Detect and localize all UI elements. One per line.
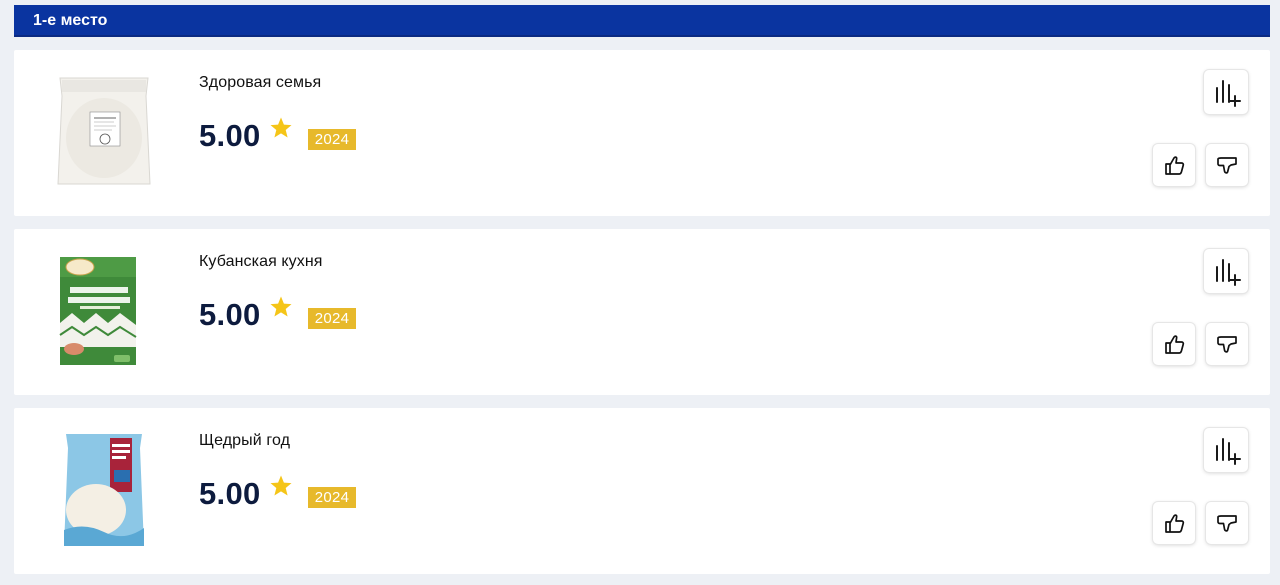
product-image[interactable] [44, 251, 164, 371]
year-badge: 2024 [308, 487, 356, 508]
thumbs-up-icon [1165, 514, 1185, 533]
rating-value: 5.00 [199, 297, 261, 332]
compare-bars-plus-icon [1216, 80, 1241, 107]
place-header: 1-е место [14, 5, 1270, 37]
add-to-compare-button[interactable] [1204, 70, 1248, 114]
thumbs-up-icon [1165, 156, 1185, 175]
thumbs-down-icon [1217, 336, 1237, 353]
like-button[interactable] [1153, 144, 1195, 186]
thumbs-down-icon [1217, 515, 1237, 532]
compare-bars-plus-icon [1216, 438, 1241, 465]
add-to-compare-button[interactable] [1204, 249, 1248, 293]
product-name[interactable]: Здоровая семья [199, 74, 321, 92]
thumbs-down-icon [1217, 157, 1237, 174]
dislike-button[interactable] [1206, 323, 1248, 365]
add-to-compare-button[interactable] [1204, 428, 1248, 472]
rating-page: 1-е место Здоровая семья 5.00 2024 Кубан… [0, 0, 1280, 585]
star-icon [270, 475, 292, 496]
product-card[interactable]: Щедрый год 5.00 2024 [14, 408, 1270, 574]
dislike-button[interactable] [1206, 144, 1248, 186]
like-button[interactable] [1153, 502, 1195, 544]
product-card[interactable]: Кубанская кухня 5.00 2024 [14, 229, 1270, 395]
rating-value: 5.00 [199, 476, 261, 511]
star-icon [270, 296, 292, 317]
rating-value: 5.00 [199, 118, 261, 153]
like-button[interactable] [1153, 323, 1195, 365]
star-icon [270, 117, 292, 138]
year-badge: 2024 [308, 308, 356, 329]
thumbs-up-icon [1165, 335, 1185, 354]
year-badge: 2024 [308, 129, 356, 150]
product-name[interactable]: Кубанская кухня [199, 253, 323, 271]
compare-bars-plus-icon [1216, 259, 1241, 286]
product-image[interactable] [44, 430, 164, 550]
product-image[interactable] [44, 72, 164, 192]
product-name[interactable]: Щедрый год [199, 432, 290, 450]
product-card[interactable]: Здоровая семья 5.00 2024 [14, 50, 1270, 216]
dislike-button[interactable] [1206, 502, 1248, 544]
